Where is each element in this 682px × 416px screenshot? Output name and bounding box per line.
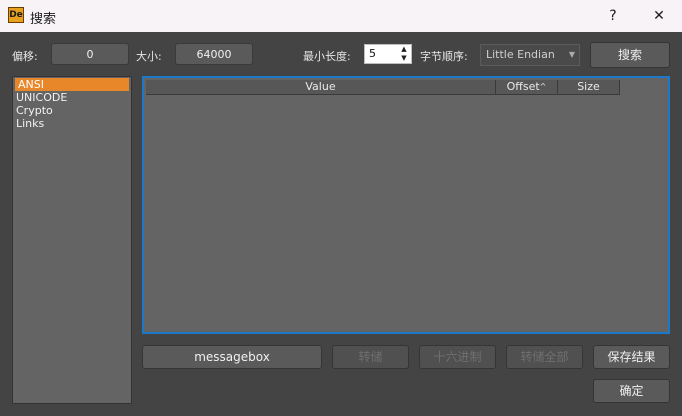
min-length-spinbox[interactable]: 5 ▲ ▼ xyxy=(364,44,412,64)
offset-label: 偏移: xyxy=(12,50,38,63)
results-table[interactable]: Value Offset^ Size xyxy=(142,76,670,334)
table-header: Value Offset^ Size xyxy=(146,80,620,95)
category-list[interactable]: ANSI UNICODE Crypto Links xyxy=(12,76,132,404)
size-label: 大小: xyxy=(136,50,162,63)
column-header-offset[interactable]: Offset^ xyxy=(496,80,558,94)
category-item-crypto[interactable]: Crypto xyxy=(13,104,131,117)
column-header-value[interactable]: Value xyxy=(146,80,496,94)
hex-button[interactable]: 十六进制 xyxy=(419,345,496,369)
min-length-label: 最小长度: xyxy=(303,50,351,63)
sort-indicator-icon: ^ xyxy=(539,82,547,91)
save-results-button[interactable]: 保存结果 xyxy=(593,345,670,369)
chevron-down-icon: ▼ xyxy=(568,50,575,59)
search-button[interactable]: 搜索 xyxy=(590,42,670,68)
close-button[interactable]: ✕ xyxy=(636,0,682,32)
category-item-links[interactable]: Links xyxy=(13,117,131,130)
byte-order-label: 字节顺序: xyxy=(420,50,468,63)
offset-input[interactable]: 0 xyxy=(51,43,129,65)
spin-up-icon[interactable]: ▲ xyxy=(399,45,409,54)
min-length-value: 5 xyxy=(369,47,376,60)
app-icon: De xyxy=(8,7,24,23)
column-header-offset-label: Offset xyxy=(506,80,540,93)
spin-down-icon[interactable]: ▼ xyxy=(399,54,409,63)
goto-all-button[interactable]: 转储全部 xyxy=(506,345,583,369)
size-input[interactable]: 64000 xyxy=(175,43,253,65)
window-title: 搜索 xyxy=(30,12,57,27)
title-bar: De 搜索 ? ✕ xyxy=(0,0,682,32)
search-dialog: De 搜索 ? ✕ 偏移: 0 大小: 64000 最小长度: 5 ▲ ▼ 字节… xyxy=(0,0,682,416)
category-item-ansi[interactable]: ANSI xyxy=(15,78,129,91)
ok-button[interactable]: 确定 xyxy=(593,379,670,403)
category-item-unicode[interactable]: UNICODE xyxy=(13,91,131,104)
column-header-size[interactable]: Size xyxy=(558,80,620,94)
goto-button[interactable]: 转储 xyxy=(332,345,409,369)
byte-order-select[interactable]: Little Endian ▼ xyxy=(480,44,580,66)
messagebox-button[interactable]: messagebox xyxy=(142,345,322,369)
help-button[interactable]: ? xyxy=(590,0,636,32)
byte-order-value: Little Endian xyxy=(486,48,555,61)
